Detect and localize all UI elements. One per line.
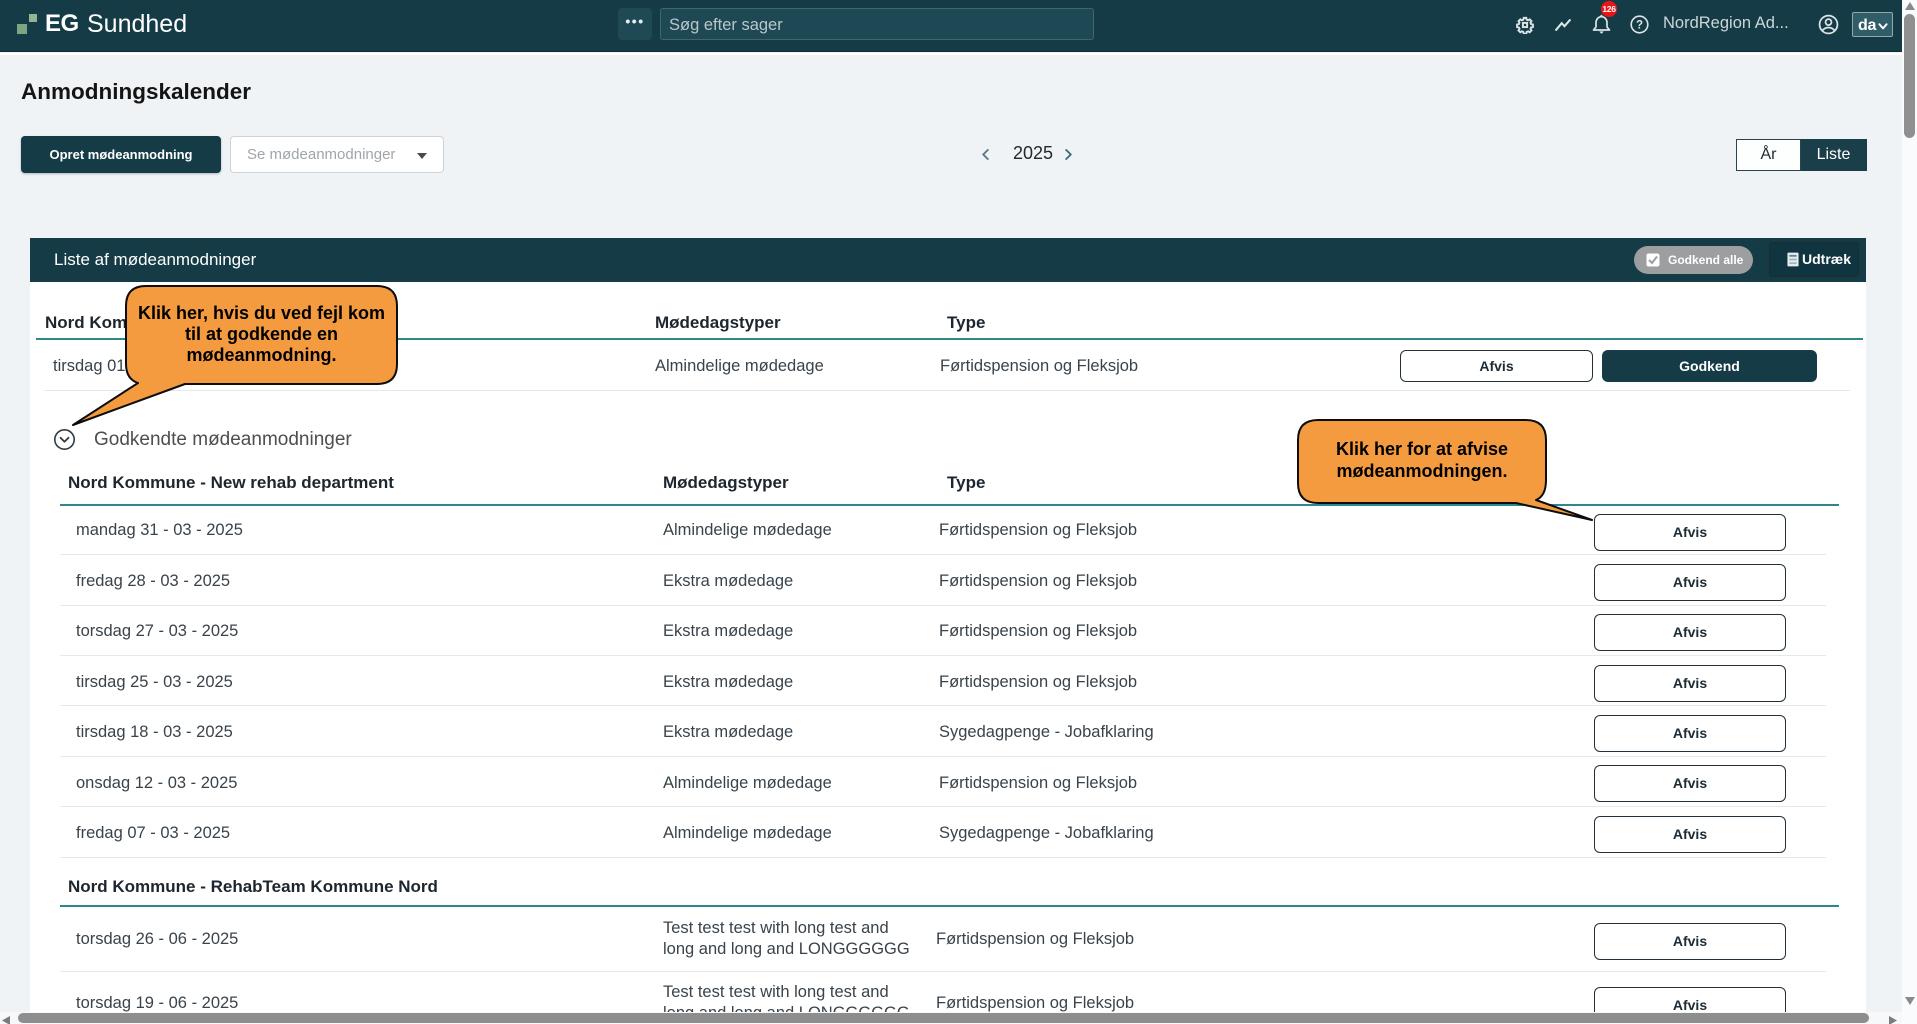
svg-text:?: ?	[1636, 20, 1643, 32]
